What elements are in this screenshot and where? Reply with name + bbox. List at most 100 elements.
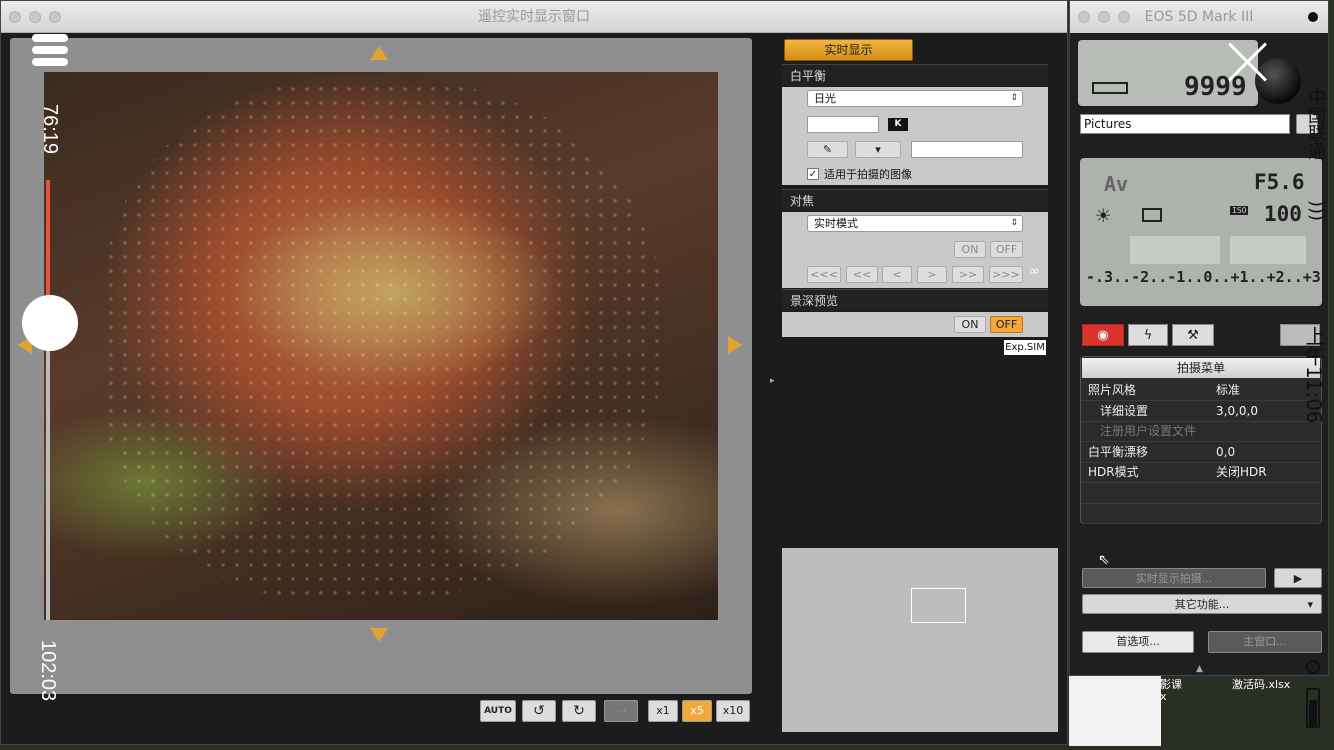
kelvin-badge: K — [888, 118, 908, 131]
drive-mode-icon[interactable] — [1142, 208, 1162, 222]
wifi-icon: ))) — [1306, 199, 1328, 222]
image-quality-icon[interactable] — [1130, 236, 1220, 264]
exposure-scale[interactable]: -.3..-2..-1..0..+1..+2..+3 — [1086, 268, 1321, 286]
folder-field[interactable]: Pictures — [1080, 114, 1290, 134]
menu-row-label: 注册用户设置文件 — [1100, 424, 1197, 438]
menu-row-label: 详细设置 — [1100, 403, 1149, 418]
rotate-right-icon[interactable]: ↻ — [562, 700, 596, 722]
eyedropper-icon[interactable]: ✎ — [807, 141, 848, 158]
cam-minimize-button[interactable] — [1098, 11, 1110, 23]
exp-sim-badge: Exp.SIM — [1004, 340, 1046, 355]
battery-status-icon — [1306, 688, 1320, 728]
elapsed-time: 76:19 — [39, 104, 61, 155]
mouse-cursor-icon: ⇖ — [1098, 552, 1110, 568]
zoom-x1-button[interactable]: x1 — [648, 700, 678, 722]
iso-badge: ISO — [1230, 206, 1249, 215]
menu-row-value: 标准 — [1216, 383, 1241, 397]
focus-step-mid-fwd[interactable]: >> — [952, 266, 984, 283]
preferences-button[interactable]: 首选项... — [1082, 631, 1194, 653]
focus-step-mid-back[interactable]: << — [846, 266, 878, 283]
apply-to-image-label: 适用于拍摄的图像 — [824, 168, 912, 181]
movie-button[interactable]: ▶︎ — [1274, 568, 1322, 588]
window-title: 遥控实时显示窗口 — [478, 9, 590, 25]
panel-collapse-icon[interactable]: ▸ — [770, 376, 775, 386]
pan-up-arrow-icon[interactable] — [370, 46, 388, 60]
dof-off-button[interactable]: OFF — [990, 316, 1023, 333]
focus-step-far-back[interactable]: <<< — [807, 266, 841, 283]
desktop-file-label-1: 激活码.xlsx — [1232, 678, 1291, 691]
signal-dot-icon — [1308, 12, 1318, 22]
focus-step-near-back[interactable]: < — [882, 266, 912, 283]
focus-heading: 对焦 — [782, 189, 1048, 211]
aperture-value[interactable]: F5.6 — [1254, 170, 1305, 194]
menu-icon[interactable] — [32, 34, 68, 66]
live-view-image[interactable] — [44, 72, 718, 620]
zoom-frame-rect[interactable] — [911, 588, 966, 623]
menu-row-value: 0,0 — [1216, 444, 1236, 459]
menu-row[interactable]: 照片风格 标准 — [1082, 380, 1320, 401]
menu-row[interactable]: 详细设置 3,0,0,0 — [1082, 401, 1320, 422]
kelvin-input[interactable] — [807, 116, 879, 133]
collapse-up-icon[interactable]: ▲ — [1196, 664, 1203, 674]
wb-value-field[interactable] — [911, 141, 1023, 158]
menu-row-label: HDR模式 — [1088, 465, 1139, 479]
save-to-pc-icon[interactable] — [1230, 236, 1306, 264]
grid-icon[interactable]: ⋯ — [604, 700, 638, 722]
main-window-button[interactable]: 主窗口... — [1208, 631, 1322, 653]
live-view-shoot-button[interactable]: 实时显示拍摄... — [1082, 568, 1266, 588]
iso-value[interactable]: 100 — [1264, 202, 1302, 226]
seek-track[interactable] — [46, 180, 50, 620]
close-window-button[interactable] — [9, 11, 21, 23]
total-time: 102:03 — [37, 640, 59, 702]
carrier-label: 中国联通 — [1305, 88, 1326, 160]
window-titlebar[interactable]: 遥控实时显示窗口 — [1, 1, 1067, 33]
live-view-button[interactable]: 实时显示 — [784, 39, 913, 61]
tools-tab-icon[interactable]: ⚒ — [1172, 324, 1214, 346]
apply-to-image-checkbox[interactable]: ✓ — [807, 168, 819, 180]
zoom-window-button[interactable] — [49, 11, 61, 23]
clock-label: 上午11:06 — [1302, 326, 1326, 424]
menu-row-value: 3,0,0,0 — [1216, 403, 1258, 418]
menu-row-label: 白平衡漂移 — [1088, 444, 1149, 459]
camera-tab-icon[interactable]: ◉ — [1082, 324, 1124, 346]
pan-right-arrow-icon[interactable] — [728, 336, 742, 354]
chevron-down-icon: ▾ — [1307, 598, 1313, 611]
minimize-window-button[interactable] — [29, 11, 41, 23]
white-balance-select[interactable]: 日光 ⇕ — [807, 90, 1023, 107]
cam-close-button[interactable] — [1078, 11, 1090, 23]
seek-knob[interactable] — [22, 295, 78, 351]
menu-row[interactable]: 注册用户设置文件 — [1082, 421, 1320, 442]
dof-on-button[interactable]: ON — [954, 316, 986, 333]
shooting-mode[interactable]: Av — [1104, 172, 1128, 196]
shooting-menu-header: 拍摄菜单 — [1082, 358, 1320, 378]
focus-on-button[interactable]: ON — [954, 241, 986, 258]
desktop-file-thumbnail[interactable] — [1069, 676, 1161, 746]
navigator-preview[interactable] — [782, 548, 1058, 732]
focus-step-near-fwd[interactable]: > — [917, 266, 947, 283]
close-icon[interactable] — [1228, 42, 1268, 82]
focus-mode-select[interactable]: 实时模式 ⇕ — [807, 215, 1023, 232]
auto-rotate-button[interactable]: AUTO — [480, 700, 516, 722]
flash-tab-icon[interactable]: ϟ — [1128, 324, 1168, 346]
other-functions-button[interactable]: 其它功能... ▾ — [1082, 594, 1322, 614]
zoom-x5-button[interactable]: x5 — [682, 700, 712, 722]
settings-lcd: Av F5.6 ☀ ISO 100 -.3..-2..-1..0..+1..+2… — [1080, 158, 1322, 306]
cam-zoom-button[interactable] — [1118, 11, 1130, 23]
menu-row-value: 关闭HDR — [1216, 465, 1267, 479]
white-balance-heading: 白平衡 — [782, 64, 1048, 86]
wb-preset-dropdown[interactable]: ▾ — [855, 141, 901, 158]
select-updown-icon: ⇕ — [1010, 93, 1018, 103]
pan-down-arrow-icon[interactable] — [370, 628, 388, 642]
desktop-file-label-3: x — [1160, 690, 1167, 703]
rotate-left-icon[interactable]: ↺ — [522, 700, 556, 722]
menu-row[interactable]: HDR模式 关闭HDR — [1082, 462, 1320, 483]
focus-step-far-fwd[interactable]: >>> — [989, 266, 1023, 283]
select-updown-icon: ⇕ — [1010, 218, 1018, 228]
battery-icon — [1092, 82, 1128, 94]
menu-row-label: 照片风格 — [1088, 383, 1137, 397]
infinity-icon: ∞ — [1029, 264, 1040, 279]
menu-row[interactable]: 白平衡漂移 0,0 — [1082, 442, 1320, 463]
focus-off-button[interactable]: OFF — [990, 241, 1023, 258]
zoom-x10-button[interactable]: x10 — [716, 700, 750, 722]
daylight-wb-icon[interactable]: ☀ — [1096, 202, 1110, 230]
